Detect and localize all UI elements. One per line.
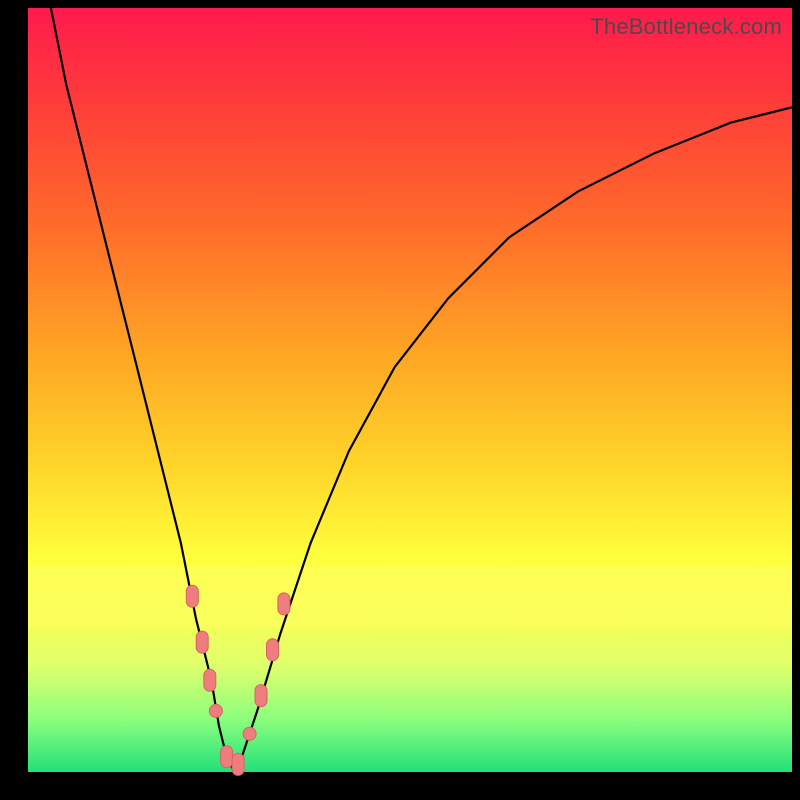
marker-group bbox=[186, 585, 290, 775]
marker-pill bbox=[221, 746, 233, 768]
marker-pill bbox=[267, 639, 279, 661]
marker-pill bbox=[232, 753, 244, 775]
marker-pill bbox=[278, 593, 290, 615]
marker-dot bbox=[243, 727, 256, 740]
marker-pill bbox=[255, 685, 267, 707]
marker-pill bbox=[186, 585, 198, 607]
bottleneck-curve bbox=[51, 8, 792, 772]
marker-pill bbox=[196, 631, 208, 653]
marker-dot bbox=[209, 704, 222, 717]
marker-pill bbox=[204, 669, 216, 691]
chart-frame: TheBottleneck.com bbox=[0, 0, 800, 800]
chart-plot-area: TheBottleneck.com bbox=[28, 8, 792, 772]
chart-svg bbox=[28, 8, 792, 772]
